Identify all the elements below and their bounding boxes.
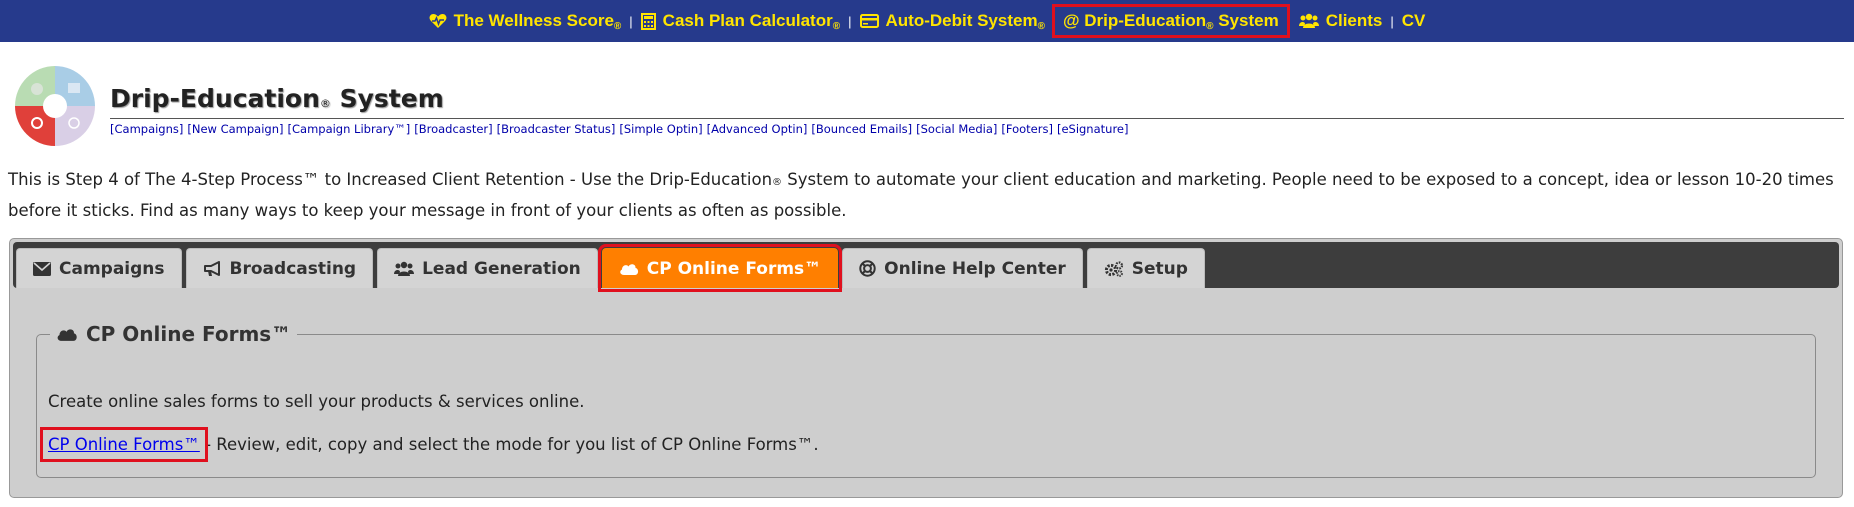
tab-label: CP Online Forms™ (646, 258, 822, 279)
nav-label: Cash Plan Calculator (662, 11, 833, 30)
life-ring-icon (859, 260, 876, 277)
subnav-social-media[interactable]: [Social Media] (916, 122, 997, 136)
tab-label: Broadcasting (229, 258, 357, 279)
tab-cp-online-forms[interactable]: CP Online Forms™ (597, 244, 843, 292)
tab-panel: Campaigns Broadcasting Lead Generation C… (9, 238, 1843, 498)
subnav-bounced-emails[interactable]: [Bounced Emails] (811, 122, 912, 136)
registered-mark: ® (772, 177, 783, 188)
nav-label: Clients (1325, 11, 1383, 30)
tab-broadcasting[interactable]: Broadcasting (185, 248, 374, 288)
title-suffix: System (339, 84, 444, 113)
subnav-simple-optin[interactable]: [Simple Optin] (619, 122, 702, 136)
nav-cash-plan-calculator[interactable]: Cash Plan Calculator® (640, 11, 841, 32)
tab-setup[interactable]: Setup (1086, 248, 1205, 288)
subnav-campaigns[interactable]: [Campaigns] (110, 122, 183, 136)
title-text: Drip-Education (110, 84, 320, 113)
title-divider (110, 118, 1844, 119)
registered-mark: ® (1206, 21, 1214, 32)
bullhorn-icon (203, 260, 220, 276)
subnav-broadcaster-status[interactable]: [Broadcaster Status] (497, 122, 616, 136)
nav-label-suffix: System (1218, 11, 1279, 30)
cp-online-forms-link[interactable]: CP Online Forms™ (40, 427, 208, 462)
nav-separator: | (1390, 13, 1394, 29)
nav-label: CV (1401, 11, 1426, 30)
group-description: Create online sales forms to sell your p… (48, 392, 585, 411)
group-legend: CP Online Forms™ (50, 322, 297, 346)
nav-separator: | (629, 13, 633, 29)
tab-label: Online Help Center (884, 258, 1066, 279)
nav-label: @ Drip-Education (1062, 11, 1207, 30)
subnav-esignature[interactable]: [eSignature] (1057, 122, 1129, 136)
top-navigation-bar: The Wellness Score® | Cash Plan Calculat… (0, 0, 1854, 42)
registered-mark: ® (1037, 21, 1045, 32)
envelope-icon (33, 261, 51, 276)
nav-auto-debit-system[interactable]: Auto-Debit System® (859, 11, 1045, 32)
cloud-icon (57, 328, 77, 341)
cp-online-forms-link-row: CP Online Forms™ - Review, edit, copy an… (40, 427, 819, 462)
subnav-campaign-library[interactable]: [Campaign Library™] (288, 122, 411, 136)
cp-online-forms-group: CP Online Forms™ Create online sales for… (36, 322, 1816, 478)
tab-bar: Campaigns Broadcasting Lead Generation C… (13, 242, 1839, 292)
tab-online-help-center[interactable]: Online Help Center (842, 248, 1083, 288)
users-icon (1298, 13, 1319, 28)
puzzle-wheel-logo (15, 66, 95, 146)
link-description: - Review, edit, copy and select the mode… (199, 435, 819, 454)
subnav-new-campaign[interactable]: [New Campaign] (187, 122, 283, 136)
tab-label: Setup (1131, 258, 1188, 279)
registered-mark: ® (319, 97, 331, 110)
credit-card-icon (859, 14, 879, 28)
subnav-broadcaster[interactable]: [Broadcaster] (414, 122, 492, 136)
sub-navigation: [Campaigns] [New Campaign] [Campaign Lib… (110, 122, 1128, 136)
tab-lead-generation[interactable]: Lead Generation (377, 248, 598, 288)
subnav-footers[interactable]: [Footers] (1001, 122, 1053, 136)
subnav-advanced-optin[interactable]: [Advanced Optin] (707, 122, 808, 136)
registered-mark: ® (613, 21, 622, 32)
nav-wellness-score[interactable]: The Wellness Score® (429, 11, 622, 32)
users-icon (394, 261, 415, 276)
tab-label: Lead Generation (422, 258, 581, 279)
nav-cv[interactable]: CV (1402, 11, 1426, 31)
nav-clients[interactable]: Clients (1298, 11, 1383, 31)
heartbeat-icon (429, 14, 447, 28)
nav-label: The Wellness Score (453, 11, 614, 30)
page-title: Drip-Education® System (110, 84, 444, 113)
intro-text: This is Step 4 of The 4-Step Process™ to… (8, 166, 1846, 225)
intro-part1: This is Step 4 of The 4-Step Process™ to… (8, 170, 773, 189)
nav-drip-education-system[interactable]: @ Drip-Education® System (1051, 4, 1290, 38)
cloud-icon (619, 263, 638, 275)
tab-campaigns[interactable]: Campaigns (16, 248, 182, 288)
calculator-icon (640, 12, 656, 30)
nav-label: Auto-Debit System (885, 11, 1038, 30)
nav-separator: | (848, 13, 852, 29)
tab-label: Campaigns (59, 258, 165, 279)
registered-mark: ® (832, 21, 841, 32)
legend-text: CP Online Forms™ (86, 322, 292, 346)
cogs-icon (1104, 260, 1123, 277)
